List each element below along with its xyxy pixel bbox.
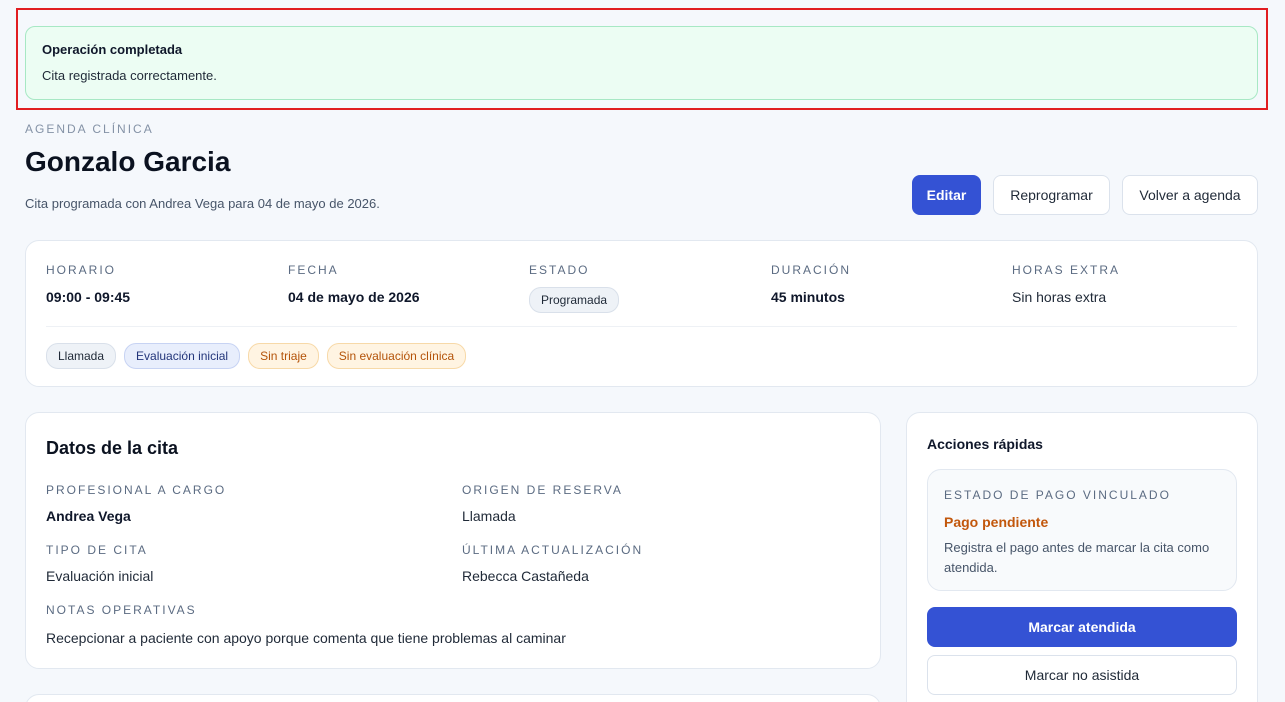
summary-horario: HORARIO 09:00 - 09:45 [46,263,130,305]
horas-extra-value: Sin horas extra [1012,289,1107,305]
estado-label: ESTADO [529,263,590,277]
tag-llamada: Llamada [46,343,117,369]
details-title: Datos de la cita [46,438,179,458]
field-notas: NOTAS OPERATIVAS Recepcionar a paciente … [46,603,566,646]
profesional-value: Andrea Vega [46,508,131,524]
fecha-label: FECHA [288,263,339,277]
summary-horas-extra: HORAS EXTRA Sin horas extra [1012,263,1120,305]
duracion-value: 45 minutos [771,289,845,305]
appointment-summary-card: HORARIO 09:00 - 09:45 FECHA 04 de mayo d… [25,240,1258,387]
section-eyebrow: AGENDA CLÍNICA [25,122,154,136]
notas-value: Recepcionar a paciente con apoyo porque … [46,630,566,646]
alert-title: Operación completada [42,42,183,57]
appointment-details-card: Datos de la cita PROFESIONAL A CARGO And… [25,412,881,669]
field-origen: ORIGEN DE RESERVA Llamada [462,483,623,524]
mark-attended-button[interactable]: Marcar atendida [927,607,1237,647]
back-to-agenda-button[interactable]: Volver a agenda [1122,175,1258,215]
duracion-label: DURACIÓN [771,263,852,277]
page-title: Gonzalo Garcia [25,146,231,177]
summary-estado: ESTADO Programada [529,263,620,313]
edit-button[interactable]: Editar [912,175,981,215]
page-subtitle: Cita programada con Andrea Vega para 04 … [25,196,380,211]
payment-status-box: ESTADO DE PAGO VINCULADO Pago pendiente … [927,469,1237,591]
actualizacion-label: ÚLTIMA ACTUALIZACIÓN [462,543,644,557]
field-profesional: PROFESIONAL A CARGO Andrea Vega [46,483,226,524]
tag-list: Llamada Evaluación inicial Sin triaje Si… [46,343,467,369]
origen-value: Llamada [462,508,516,524]
payment-label: ESTADO DE PAGO VINCULADO [944,488,1171,502]
horas-extra-label: HORAS EXTRA [1012,263,1121,277]
tag-sin-triaje: Sin triaje [248,343,319,369]
tipo-label: TIPO DE CITA [46,543,148,557]
horario-label: HORARIO [46,263,117,277]
summary-fecha: FECHA 04 de mayo de 2026 [288,263,420,305]
payment-help: Registra el pago antes de marcar la cita… [944,540,1210,575]
notas-label: NOTAS OPERATIVAS [46,603,197,617]
tipo-value: Evaluación inicial [46,568,154,584]
tag-evaluacion-inicial: Evaluación inicial [124,343,241,369]
summary-divider [46,326,1237,327]
field-actualizacion: ÚLTIMA ACTUALIZACIÓN Rebecca Castañeda [462,543,643,584]
summary-duracion: DURACIÓN 45 minutos [771,263,851,305]
quick-actions-card: Acciones rápidas ESTADO DE PAGO VINCULAD… [906,412,1258,702]
next-section-card [25,694,881,702]
alert-message: Cita registrada correctamente. [42,68,217,83]
quick-actions-title: Acciones rápidas [927,436,1043,452]
status-badge: Programada [529,287,620,313]
tag-sin-evaluacion-clinica: Sin evaluación clínica [326,343,467,369]
fecha-value: 04 de mayo de 2026 [288,289,420,305]
profesional-label: PROFESIONAL A CARGO [46,483,227,497]
field-tipo: TIPO DE CITA Evaluación inicial [46,543,153,584]
mark-no-show-button[interactable]: Marcar no asistida [927,655,1237,695]
reschedule-button[interactable]: Reprogramar [993,175,1110,215]
horario-value: 09:00 - 09:45 [46,289,131,305]
actualizacion-value: Rebecca Castañeda [462,568,589,584]
origen-label: ORIGEN DE RESERVA [462,483,623,497]
success-alert: Operación completada Cita registrada cor… [25,26,1258,100]
payment-status: Pago pendiente [944,514,1049,530]
